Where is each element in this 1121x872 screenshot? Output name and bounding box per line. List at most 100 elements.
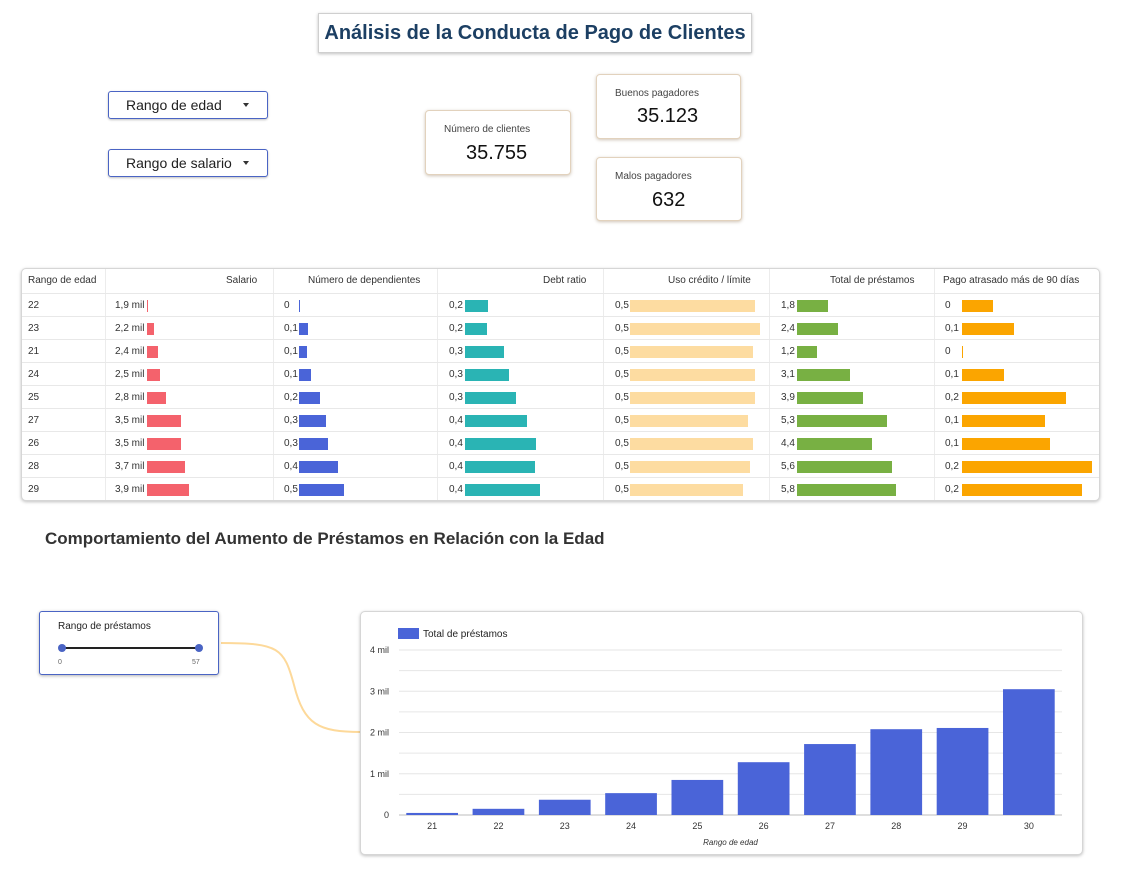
kpi-bad-value: 632 bbox=[652, 189, 686, 211]
bar-debt bbox=[465, 438, 537, 450]
bar-prest bbox=[797, 484, 896, 496]
column-header-debt-ratio[interactable]: Debt ratio bbox=[543, 269, 586, 293]
cell-prest: 5,3 bbox=[781, 415, 795, 426]
x-tick-label: 29 bbox=[958, 821, 968, 831]
bar-30 bbox=[1002, 689, 1055, 815]
bar-salario bbox=[147, 369, 161, 381]
bar-debt bbox=[465, 415, 528, 427]
bar-dep bbox=[299, 369, 311, 381]
column-header-total-loans[interactable]: Total de préstamos bbox=[830, 269, 915, 293]
column-header-dependents[interactable]: Número de dependientes bbox=[308, 269, 420, 293]
cell-age: 28 bbox=[28, 461, 40, 472]
table-row: 26 3,5 mil 0,3 0,4 0,5 4,4 0,1 bbox=[22, 431, 1099, 455]
bar-prest bbox=[797, 323, 838, 335]
cell-salario: 3,9 mil bbox=[115, 484, 145, 495]
y-tick-label: 1 mil bbox=[370, 769, 389, 779]
kpi-clients-label: Número de clientes bbox=[444, 124, 531, 135]
cell-atr: 0,1 bbox=[945, 369, 959, 380]
cell-salario: 2,2 mil bbox=[115, 323, 145, 334]
cell-atr: 0 bbox=[945, 346, 951, 357]
bar-debt bbox=[465, 369, 509, 381]
bar-dep bbox=[299, 323, 309, 335]
bar-salario bbox=[147, 461, 185, 473]
x-tick-label: 28 bbox=[891, 821, 901, 831]
cell-atr: 0,2 bbox=[945, 392, 959, 403]
cell-age: 24 bbox=[28, 369, 40, 380]
bar-dep bbox=[299, 346, 308, 358]
bar-prest bbox=[797, 346, 818, 358]
x-tick-label: 26 bbox=[759, 821, 769, 831]
bar-26 bbox=[737, 762, 790, 815]
bar-22 bbox=[472, 808, 525, 815]
cell-dep: 0,1 bbox=[284, 346, 298, 357]
bar-salario bbox=[147, 484, 190, 496]
cell-age: 26 bbox=[28, 438, 40, 449]
age-range-filter[interactable]: Rango de edad bbox=[108, 91, 268, 119]
cell-prest: 1,8 bbox=[781, 300, 795, 311]
cell-salario: 3,5 mil bbox=[115, 438, 145, 449]
cell-debt: 0,4 bbox=[449, 484, 463, 495]
bar-chart-svg: 0 1 mil 2 mil 3 mil 4 mil 21 22 23 24 25 26 27 28 29 3… bbox=[370, 628, 1062, 847]
bar-salario bbox=[147, 438, 181, 450]
y-tick-label: 2 mil bbox=[370, 728, 389, 738]
bar-atr bbox=[962, 323, 1014, 335]
column-header-age[interactable]: Rango de edad bbox=[28, 269, 96, 293]
column-header-salary[interactable]: Salario bbox=[226, 269, 257, 293]
y-tick-label: 4 mil bbox=[370, 645, 389, 655]
cell-uso: 0,5 bbox=[615, 438, 629, 449]
bar-atr bbox=[962, 369, 1004, 381]
cell-prest: 3,1 bbox=[781, 369, 795, 380]
cell-age: 21 bbox=[28, 346, 40, 357]
cell-dep: 0,3 bbox=[284, 438, 298, 449]
bar-atr bbox=[962, 461, 1092, 473]
cell-uso: 0,5 bbox=[615, 415, 629, 426]
loans-by-age-chart: 0 1 mil 2 mil 3 mil 4 mil 21 22 23 24 25 26 27 28 29 3… bbox=[360, 611, 1083, 855]
salary-range-label: Rango de salario bbox=[126, 155, 232, 171]
cell-debt: 0,2 bbox=[449, 323, 463, 334]
cell-dep: 0,5 bbox=[284, 484, 298, 495]
cell-dep: 0,1 bbox=[284, 323, 298, 334]
cell-prest: 4,4 bbox=[781, 438, 795, 449]
slider-max-handle[interactable] bbox=[195, 644, 203, 652]
table-row: 29 3,9 mil 0,5 0,4 0,5 5,8 0,2 bbox=[22, 477, 1099, 500]
cell-salario: 1,9 mil bbox=[115, 300, 145, 311]
bar-debt bbox=[465, 346, 505, 358]
bar-debt bbox=[465, 461, 535, 473]
loan-range-slider[interactable]: Rango de préstamos 0 57 bbox=[39, 611, 219, 675]
bar-dep bbox=[299, 461, 338, 473]
bar-uso bbox=[630, 369, 755, 381]
bar-salario bbox=[147, 300, 149, 312]
cell-age: 29 bbox=[28, 484, 40, 495]
column-header-credit-use[interactable]: Uso crédito / límite bbox=[668, 269, 751, 293]
column-header-late-90[interactable]: Pago atrasado más de 90 días bbox=[943, 269, 1079, 293]
table-row: 22 1,9 mil 0 0,2 0,5 1,8 0 bbox=[22, 293, 1099, 317]
slider-track[interactable] bbox=[62, 647, 199, 649]
x-tick-label: 22 bbox=[493, 821, 503, 831]
legend-swatch bbox=[398, 628, 419, 639]
slider-min-handle[interactable] bbox=[58, 644, 66, 652]
table-row: 28 3,7 mil 0,4 0,4 0,5 5,6 0,2 bbox=[22, 454, 1099, 478]
bar-25 bbox=[671, 779, 724, 815]
cell-debt: 0,2 bbox=[449, 300, 463, 311]
cell-atr: 0,2 bbox=[945, 484, 959, 495]
x-tick-label: 30 bbox=[1024, 821, 1034, 831]
kpi-clients-value: 35.755 bbox=[466, 142, 528, 164]
cell-uso: 0,5 bbox=[615, 323, 629, 334]
cell-prest: 1,2 bbox=[781, 346, 795, 357]
bar-dep bbox=[299, 392, 320, 404]
cell-dep: 0 bbox=[284, 300, 290, 311]
bar-prest bbox=[797, 392, 864, 404]
cell-prest: 5,8 bbox=[781, 484, 795, 495]
cell-debt: 0,3 bbox=[449, 369, 463, 380]
payment-behavior-table: Rango de edad Salario Número de dependie… bbox=[21, 268, 1100, 501]
bar-prest bbox=[797, 415, 888, 427]
bar-atr bbox=[962, 346, 963, 358]
bar-atr bbox=[962, 415, 1046, 427]
cell-uso: 0,5 bbox=[615, 392, 629, 403]
cell-uso: 0,5 bbox=[615, 300, 629, 311]
bar-uso bbox=[630, 392, 755, 404]
bar-uso bbox=[630, 300, 755, 312]
table-row: 23 2,2 mil 0,1 0,2 0,5 2,4 0,1 bbox=[22, 316, 1099, 340]
cell-age: 27 bbox=[28, 415, 40, 426]
salary-range-filter[interactable]: Rango de salario bbox=[108, 149, 268, 177]
